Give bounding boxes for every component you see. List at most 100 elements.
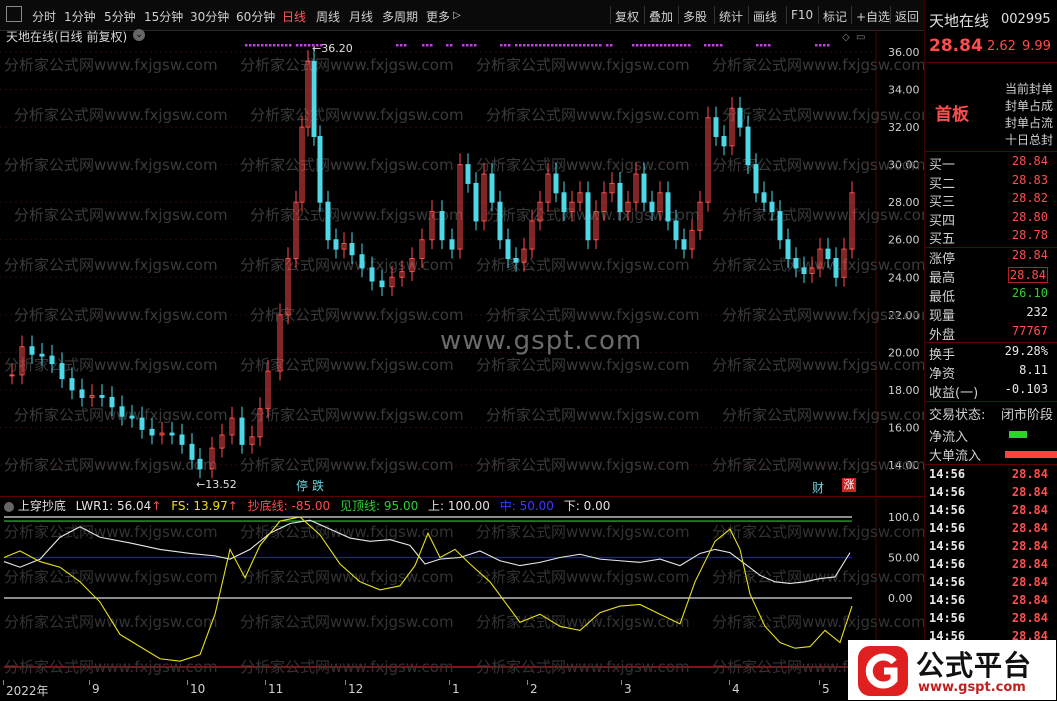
candle-body <box>311 60 317 137</box>
period-tab-1[interactable]: 1分钟 <box>64 8 96 25</box>
candle-body <box>681 239 687 250</box>
period-tab-5[interactable]: 60分钟 <box>236 8 275 25</box>
toolbar-btn-3[interactable]: 统计 <box>719 8 743 25</box>
candle-body <box>513 258 519 263</box>
tick-time: 14:56 <box>929 467 966 481</box>
signal-dot <box>720 44 723 47</box>
bid-row[interactable]: 买四 28.80 <box>925 210 1057 229</box>
period-tab-0[interactable]: 分时 <box>32 8 56 25</box>
tick-time: 14:56 <box>929 503 966 517</box>
indicator-chaodi: 抄底线: -85.00 <box>247 499 331 513</box>
seal-note: 封单占成 <box>1005 99 1054 113</box>
time-label: 12 <box>348 682 364 696</box>
stat-row: 最高 28.84 <box>925 267 1057 286</box>
toolbar-separator <box>851 6 852 24</box>
time-tick <box>621 680 622 685</box>
signal-dot <box>583 44 586 47</box>
bid-row[interactable]: 买五 28.78 <box>925 228 1057 247</box>
signal-dot <box>404 44 407 47</box>
tick-time: 14:56 <box>929 611 966 625</box>
signal-dot <box>450 44 453 47</box>
first-board-tag: 首板 <box>935 105 969 125</box>
signal-dot <box>515 44 518 47</box>
stat-value: 28.84 <box>1007 267 1048 283</box>
signal-dot <box>257 44 260 47</box>
indicator-panel[interactable]: 100.0 50.00 0.00 分析家公式网www.fxjgsw.com 分析家公式网… <box>0 496 924 683</box>
signal-dot <box>672 44 675 47</box>
time-tick <box>345 680 346 685</box>
candle-body <box>801 267 807 275</box>
candle-body <box>99 395 105 398</box>
more-arrow-icon[interactable]: ▷ <box>453 10 461 21</box>
toolbar-btn-1[interactable]: 叠加 <box>649 8 673 25</box>
watermark-text: 分析家公式网www.fxjgsw.com <box>4 256 218 274</box>
watermark-text: 分析家公式网www.fxjgsw.com <box>712 456 924 474</box>
signal-dot <box>470 44 473 47</box>
watermark-text: 分析家公式网www.fxjgsw.com <box>4 613 218 631</box>
period-tab-2[interactable]: 5分钟 <box>104 8 136 25</box>
signal-dot <box>684 44 687 47</box>
toolbar-btn-0[interactable]: 复权 <box>615 8 639 25</box>
period-tab-8[interactable]: 月线 <box>349 8 373 25</box>
candle-body <box>379 280 385 288</box>
time-tick <box>89 680 90 685</box>
time-tick <box>265 680 266 685</box>
signal-dot <box>599 44 602 47</box>
grid-icon[interactable] <box>6 6 22 22</box>
watermark-text: 分析家公式网www.fxjgsw.com <box>722 106 924 124</box>
bid-label: 买三 <box>929 195 956 210</box>
event-label-drop[interactable]: 跌 <box>312 477 324 494</box>
bid-row[interactable]: 买三 28.82 <box>925 191 1057 210</box>
gspt-logo: 公式平台 www.gspt.com <box>848 640 1056 700</box>
toolbar-btn-5[interactable]: F10 <box>791 8 813 22</box>
candle-body <box>721 135 727 147</box>
candle-body <box>769 201 775 213</box>
indicator-jianding: 见顶线: 95.00 <box>340 499 419 513</box>
signal-dot <box>640 44 643 47</box>
watermark-text: 分析家公式网www.fxjgsw.com <box>486 106 700 124</box>
stat-value: 26.10 <box>1011 286 1048 300</box>
period-tab-10[interactable]: 更多 <box>426 8 450 25</box>
toolbar-separator <box>644 6 645 24</box>
toolbar-btn-2[interactable]: 多股 <box>683 8 707 25</box>
period-tab-4[interactable]: 30分钟 <box>190 8 229 25</box>
net-inflow: 净流入 <box>925 426 1057 445</box>
period-tab-9[interactable]: 多周期 <box>382 8 418 25</box>
candle-body <box>489 173 495 203</box>
signal-dot <box>249 44 252 47</box>
bid-row[interactable]: 买二 28.83 <box>925 173 1057 192</box>
event-label-stop[interactable]: 停 <box>296 477 308 494</box>
stat2-row: 收益(一) -0.103 <box>925 382 1057 401</box>
watermark-text: 分析家公式网www.fxjgsw.com <box>722 306 924 324</box>
finance-badge[interactable]: 财 <box>812 479 824 496</box>
toolbar-btn-4[interactable]: 画线 <box>753 8 777 25</box>
watermark-text: 分析家公式网www.fxjgsw.com <box>476 568 690 586</box>
signal-dot <box>500 44 503 47</box>
chevron-icon[interactable] <box>4 501 14 512</box>
toolbar-btn-6[interactable]: 标记 <box>823 8 847 25</box>
signal-dot <box>547 44 550 47</box>
gspt-logo-icon <box>858 646 908 696</box>
tick-row: 14:56 28.84 <box>925 521 1057 540</box>
period-tab-7[interactable]: 周线 <box>316 8 340 25</box>
tick-price: 28.84 <box>1011 539 1048 553</box>
kline-chart[interactable]: 天地在线(日线 前复权) ⌄ 36.00 34.00 32.00 30.00 28.00… <box>0 29 924 496</box>
watermark-text: 分析家公式网www.fxjgsw.com <box>4 356 218 374</box>
stat2-value: 8.11 <box>1019 363 1048 377</box>
candle-body <box>793 258 799 269</box>
toolbar-btn-8[interactable]: 返回 <box>895 8 919 25</box>
watermark-text: 分析家公式网www.fxjgsw.com <box>712 523 924 541</box>
period-tab-6[interactable]: 日线 <box>282 8 306 25</box>
watermark-text: 分析家公式网www.fxjgsw.com <box>240 456 454 474</box>
signal-dot <box>474 44 477 47</box>
toolbar-separator <box>748 6 749 24</box>
toolbar-btn-7[interactable]: +自选 <box>856 8 890 25</box>
limit-up-badge[interactable]: 涨 <box>842 478 856 492</box>
period-tab-3[interactable]: 15分钟 <box>144 8 183 25</box>
toolbar-separator <box>678 6 679 24</box>
candle-body <box>649 201 655 213</box>
candle-body <box>79 389 85 398</box>
bid-row[interactable]: 买一 28.84 <box>925 154 1057 173</box>
watermark-text: 分析家公式网www.fxjgsw.com <box>722 206 924 224</box>
toolbar-separator <box>786 6 787 24</box>
